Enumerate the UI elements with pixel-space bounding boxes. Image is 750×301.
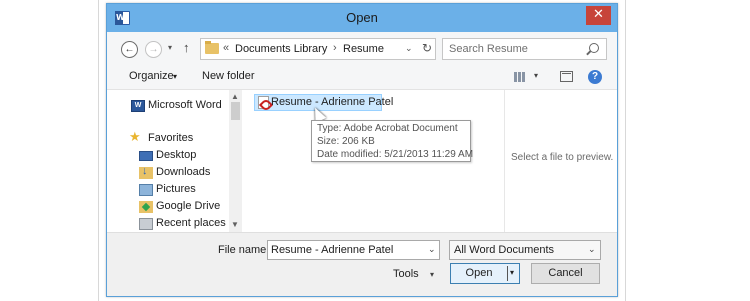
breadcrumb-separator[interactable]: › [333,42,337,54]
recent-places-icon [139,218,153,230]
search-input[interactable]: Search Resume [449,43,528,55]
file-name-label: File name: [218,244,270,256]
desktop-icon [139,151,153,161]
file-type-select[interactable]: All Word Documents ⌄ [449,240,601,260]
window-title: Open [346,10,378,25]
search-icon[interactable] [589,43,599,53]
refresh-icon[interactable]: ↻ [422,41,432,55]
new-folder-button[interactable]: New folder [202,70,255,82]
breadcrumb-documents-library[interactable]: Documents Library [235,43,327,55]
scrollbar-thumb[interactable] [231,102,240,120]
file-name-value: Resume - Adrienne Patel [271,244,394,256]
google-drive-icon [139,201,153,213]
breadcrumb-resume[interactable]: Resume [343,43,384,55]
file-list: Resume - Adrienne Patel Type: Adobe Acro… [242,90,504,232]
address-dropdown[interactable]: ⌄ [405,43,413,54]
downloads-icon [139,165,153,179]
file-name-dropdown-icon[interactable]: ⌄ [428,244,436,255]
command-bar: Organize ▾ New folder ▾ ? [107,66,617,90]
star-icon: ★ [129,130,141,145]
organize-button[interactable]: Organize [129,70,174,82]
open-options-dropdown[interactable]: ▾ [510,268,514,277]
cancel-button-label: Cancel [548,267,583,279]
address-row: ← → ▾ ↑ « Documents Library › Resume ⌄ ↻… [107,32,617,66]
nav-item-label: Microsoft Word [148,99,222,111]
tooltip-size: Size: 206 KB [317,136,375,147]
file-name-input[interactable]: Resume - Adrienne Patel ⌄ [267,240,440,260]
search-box[interactable]: Search Resume [442,38,607,60]
navigation-pane: Microsoft Word ★ Favorites Desktop Downl… [107,90,242,232]
dialog-footer: File name: Resume - Adrienne Patel ⌄ All… [107,232,617,296]
nav-item-label: Recent places [156,217,226,229]
nav-item-label: Downloads [156,166,211,178]
nav-item-label: Desktop [156,149,197,161]
open-button[interactable]: Open ▾ [450,263,520,284]
preview-message: Select a file to preview. [511,152,614,163]
breadcrumb-overflow[interactable]: « [223,42,229,54]
address-bar[interactable]: « Documents Library › Resume ⌄ ↻ [200,38,436,60]
organize-dropdown-icon[interactable]: ▾ [173,72,177,81]
tooltip-date-modified: Date modified: 5/21/2013 11:29 AM [317,149,474,160]
back-button[interactable]: ← [121,41,138,58]
scroll-down-icon[interactable]: ▼ [231,220,239,229]
file-tooltip: Type: Adobe Acrobat Document Size: 206 K… [311,120,474,162]
folder-icon [205,41,219,54]
pictures-icon [139,184,153,196]
open-dialog: Open ✕ ← → ▾ ↑ « Documents Library › Res… [106,3,618,297]
nav-scrollbar[interactable]: ▲ ▼ [229,90,242,232]
file-type-dropdown-icon[interactable]: ⌄ [588,244,596,255]
close-button[interactable]: ✕ [586,6,611,25]
tooltip-type: Type: Adobe Acrobat Document [317,123,458,134]
up-button[interactable]: ↑ [183,40,190,55]
cancel-button[interactable]: Cancel [531,263,600,284]
page-border-left [98,0,99,301]
open-button-label: Open [465,267,493,279]
view-options-dropdown[interactable]: ▾ [534,71,538,80]
nav-item-label: Pictures [156,183,196,195]
preview-pane-icon[interactable] [560,71,573,82]
title-bar: Open ✕ [107,4,617,32]
change-view-icon[interactable] [514,72,526,82]
nav-item-label: Favorites [148,132,194,144]
preview-pane: Select a file to preview. [504,90,617,232]
help-icon[interactable]: ? [588,70,602,84]
forward-button[interactable]: → [145,41,162,58]
page-border-right [625,0,626,301]
open-button-divider [507,266,508,281]
file-name-label: Resume - Adrienne Patel [271,96,394,108]
recent-locations-dropdown[interactable]: ▾ [168,43,172,52]
tools-dropdown-icon[interactable]: ▾ [430,270,434,279]
scroll-up-icon[interactable]: ▲ [231,92,239,101]
pdf-icon [258,96,269,109]
nav-item-label: Google Drive [156,200,221,212]
word-icon [131,100,145,112]
tools-button[interactable]: Tools [393,268,419,280]
file-type-value: All Word Documents [454,244,555,256]
